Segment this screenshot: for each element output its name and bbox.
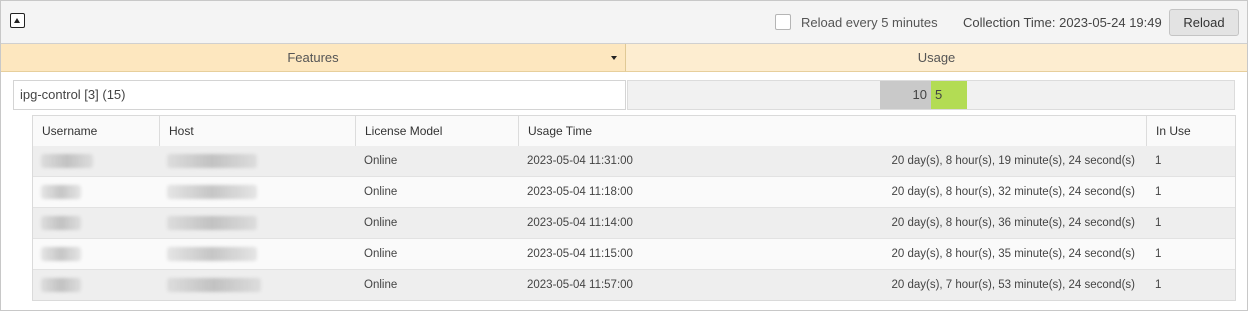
usage-detail-table: Username Host License Model Usage Time I… (32, 115, 1236, 301)
redacted-username (41, 278, 81, 292)
table-row[interactable]: Online 2023-05-04 11:15:00 20 day(s), 8 … (33, 239, 1235, 270)
usage-in-use-segment: 5 (931, 81, 967, 109)
in-use-cell: 1 (1155, 217, 1162, 229)
reload-every-checkbox[interactable] (775, 14, 791, 30)
redacted-host (167, 185, 257, 199)
redacted-username (41, 185, 81, 199)
column-header-host[interactable]: Host (159, 116, 355, 146)
toolbar: Reload every 5 minutes Collection Time: … (1, 1, 1247, 44)
reload-every-label[interactable]: Reload every 5 minutes (801, 15, 938, 30)
usage-header-label: Usage (917, 50, 956, 65)
collapse-up-icon[interactable] (10, 13, 25, 28)
license-model-cell: Online (364, 279, 398, 291)
usage-time-cell: 2023-05-04 11:15:00 (527, 248, 633, 260)
chevron-down-icon[interactable] (611, 56, 617, 60)
license-panel: Reload every 5 minutes Collection Time: … (0, 0, 1248, 311)
usage-time-cell: 2023-05-04 11:31:00 (527, 155, 633, 167)
table-header-row: Username Host License Model Usage Time I… (33, 116, 1235, 147)
redacted-host (167, 216, 257, 230)
features-header-label: Features (287, 50, 339, 65)
usage-duration-cell: 20 day(s), 7 hour(s), 53 minute(s), 24 s… (891, 279, 1135, 291)
usage-duration-cell: 20 day(s), 8 hour(s), 19 minute(s), 24 s… (891, 155, 1135, 167)
usage-duration-cell: 20 day(s), 8 hour(s), 36 minute(s), 24 s… (891, 217, 1135, 229)
usage-time-cell: 2023-05-04 11:18:00 (527, 186, 633, 198)
license-model-cell: Online (364, 217, 398, 229)
table-row[interactable]: Online 2023-05-04 11:31:00 20 day(s), 8 … (33, 146, 1235, 177)
column-header-username[interactable]: Username (33, 116, 159, 146)
usage-column-header[interactable]: Usage (626, 44, 1247, 72)
reload-button[interactable]: Reload (1169, 9, 1239, 36)
redacted-username (41, 247, 81, 261)
usage-time-cell: 2023-05-04 11:14:00 (527, 217, 633, 229)
license-model-cell: Online (364, 248, 398, 260)
redacted-host (167, 278, 261, 292)
column-header-license-model[interactable]: License Model (355, 116, 518, 146)
usage-time-cell: 2023-05-04 11:57:00 (527, 279, 633, 291)
in-use-cell: 1 (1155, 155, 1162, 167)
usage-duration-cell: 20 day(s), 8 hour(s), 35 minute(s), 24 s… (891, 248, 1135, 260)
license-model-cell: Online (364, 186, 398, 198)
table-row[interactable]: Online 2023-05-04 11:57:00 20 day(s), 7 … (33, 270, 1235, 300)
redacted-host (167, 154, 257, 168)
collection-time-label: Collection Time: 2023-05-24 19:49 (963, 15, 1162, 30)
redacted-username (41, 154, 93, 168)
in-use-cell: 1 (1155, 279, 1162, 291)
usage-total-segment: 10 (880, 81, 931, 109)
table-row[interactable]: Online 2023-05-04 11:18:00 20 day(s), 8 … (33, 177, 1235, 208)
in-use-cell: 1 (1155, 186, 1162, 198)
license-model-cell: Online (364, 155, 398, 167)
column-header-usage-time[interactable]: Usage Time (518, 116, 1146, 146)
features-column-header[interactable]: Features (1, 44, 626, 72)
feature-name-cell[interactable]: ipg-control [3] (15) (13, 80, 626, 110)
redacted-username (41, 216, 81, 230)
usage-duration-cell: 20 day(s), 8 hour(s), 32 minute(s), 24 s… (891, 186, 1135, 198)
redacted-host (167, 247, 257, 261)
column-header-in-use[interactable]: In Use (1146, 116, 1235, 146)
table-row[interactable]: Online 2023-05-04 11:14:00 20 day(s), 8 … (33, 208, 1235, 239)
in-use-cell: 1 (1155, 248, 1162, 260)
